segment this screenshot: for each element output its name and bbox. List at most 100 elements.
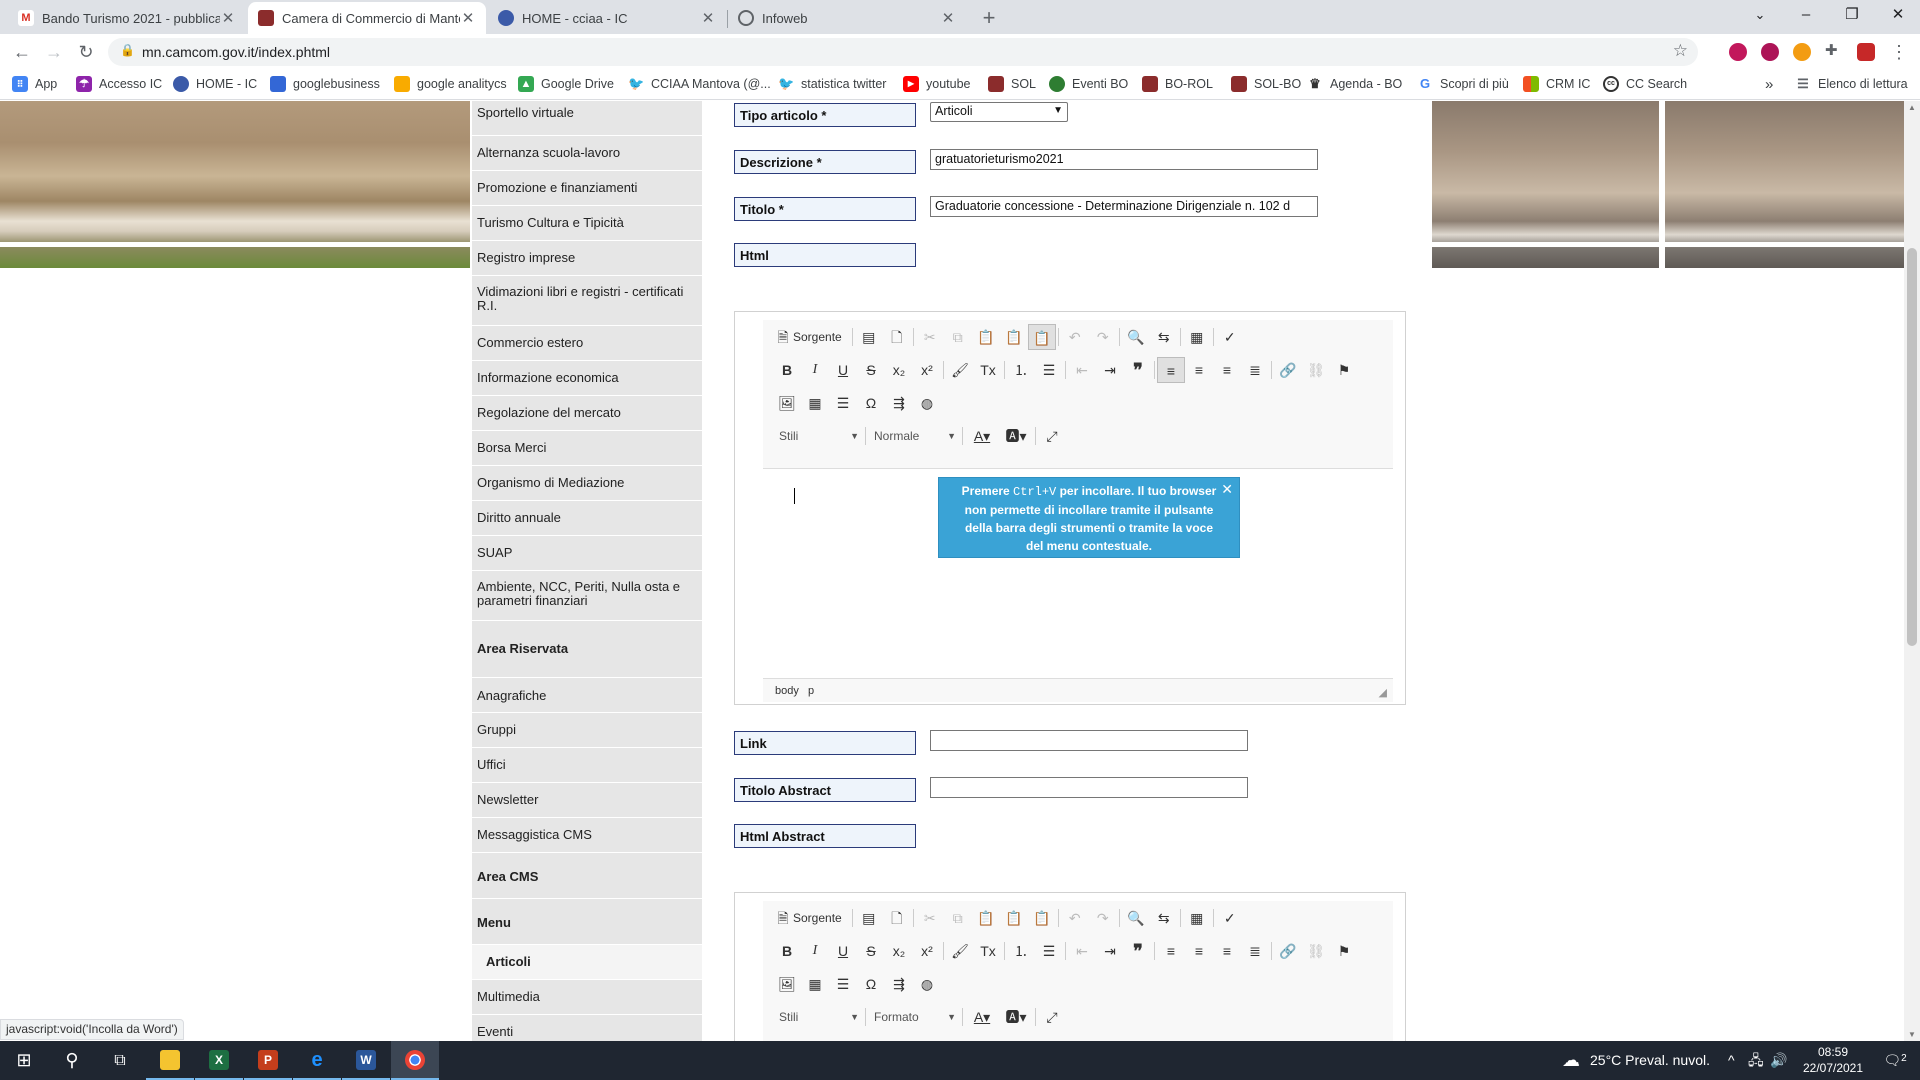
profile-avatar[interactable] (1857, 43, 1875, 61)
unlink-icon[interactable]: ⛓ (1302, 357, 1330, 383)
align-left-icon[interactable]: ≡ (1157, 357, 1185, 383)
extension-icon[interactable] (1761, 43, 1779, 61)
format-combo[interactable]: Formato ▼ (868, 1006, 960, 1028)
outdent-icon[interactable]: ⇤ (1068, 938, 1096, 964)
paste-from-word-icon[interactable]: 📋 (1028, 905, 1056, 931)
taskbar-clock[interactable]: 08:59 22/07/2021 (1790, 1044, 1876, 1076)
background-color-icon[interactable]: 🅰▾ (999, 423, 1033, 449)
text-color-icon[interactable]: A▾ (965, 423, 999, 449)
scroll-up-icon[interactable]: ▲ (1908, 103, 1916, 112)
paste-text-icon[interactable]: 📋 (1000, 905, 1028, 931)
anchor-flag-icon[interactable]: ⚑ (1330, 357, 1358, 383)
spellcheck-icon[interactable]: ✓ (1216, 324, 1244, 350)
background-color-icon[interactable]: 🅰▾ (999, 1004, 1033, 1030)
replace-icon[interactable]: ⇆ (1150, 905, 1178, 931)
paste-text-icon[interactable]: 📋 (1000, 324, 1028, 350)
taskbar-file-explorer[interactable] (146, 1041, 194, 1080)
numbered-list-icon[interactable]: ⒈ (1007, 357, 1035, 383)
bookmark-google-analytics[interactable]: google analitycs (394, 76, 507, 92)
sidebar-item-multimedia[interactable]: Multimedia (472, 980, 702, 1015)
anchor-flag-icon[interactable]: ⚑ (1330, 938, 1358, 964)
indent-icon[interactable]: ⇥ (1096, 357, 1124, 383)
bold-icon[interactable]: B (773, 938, 801, 964)
bookmark-youtube[interactable]: ▶ youtube (903, 76, 970, 92)
extension-icon[interactable] (1793, 43, 1811, 61)
sidebar-item-ambiente[interactable]: Ambiente, NCC, Periti, Nulla osta e para… (472, 571, 702, 621)
taskbar-powerpoint[interactable]: P (244, 1041, 292, 1080)
close-icon[interactable]: ✕ (700, 9, 716, 27)
page-break-icon[interactable]: ⇶ (885, 390, 913, 416)
bulleted-list-icon[interactable]: ☰ (1035, 357, 1063, 383)
bookmark-statistica-twitter[interactable]: 🐦 statistica twitter (778, 76, 886, 92)
align-right-icon[interactable]: ≡ (1213, 938, 1241, 964)
scrollbar-thumb[interactable] (1907, 248, 1917, 646)
sidebar-item-menu[interactable]: Menu (472, 899, 702, 945)
sidebar-item-gruppi[interactable]: Gruppi (472, 713, 702, 748)
sidebar-item-informazione-economica[interactable]: Informazione economica (472, 361, 702, 396)
weather-text[interactable]: 25°C Preval. nuvol. (1590, 1041, 1710, 1080)
sidebar-item-registro-imprese[interactable]: Registro imprese (472, 241, 702, 276)
volume-icon[interactable]: 🔊 (1770, 1041, 1787, 1080)
sidebar-item-promozione[interactable]: Promozione e finanziamenti (472, 171, 702, 206)
sidebar-item-mediazione[interactable]: Organismo di Mediazione (472, 466, 702, 501)
minimize-button[interactable]: – (1783, 0, 1829, 32)
indent-icon[interactable]: ⇥ (1096, 938, 1124, 964)
bookmark-sol-bo[interactable]: SOL-BO (1231, 76, 1301, 92)
page-break-icon[interactable]: ⇶ (885, 971, 913, 997)
bookmark-home-ic[interactable]: HOME - IC (173, 76, 257, 92)
styles-combo[interactable]: Stili ▼ (773, 425, 863, 447)
bookmark-googlebusiness[interactable]: googlebusiness (270, 76, 380, 92)
export-pdf-icon[interactable]: ▤ (855, 905, 883, 931)
paste-icon[interactable]: 📋 (972, 905, 1000, 931)
paste-from-word-icon[interactable]: 📋 (1027, 324, 1056, 350)
bookmark-eventi-bo[interactable]: Eventi BO (1049, 76, 1128, 92)
sidebar-item-articoli[interactable]: Articoli (472, 945, 702, 980)
reading-list-button[interactable]: ☰ Elenco di lettura (1795, 76, 1907, 92)
bookmark-agenda-bo[interactable]: ♛ Agenda - BO (1307, 76, 1402, 92)
network-icon[interactable]: 🖧 (1748, 1041, 1764, 1080)
numbered-list-icon[interactable]: ⒈ (1007, 938, 1035, 964)
redo-icon[interactable]: ↷ (1089, 324, 1117, 350)
text-color-icon[interactable]: A▾ (965, 1004, 999, 1030)
superscript-icon[interactable]: x² (913, 938, 941, 964)
close-icon[interactable]: ✕ (460, 9, 476, 27)
bookmark-sol[interactable]: SOL (988, 76, 1036, 92)
descrizione-input[interactable]: gratuatorieturismo2021 (930, 149, 1318, 170)
replace-icon[interactable]: ⇆ (1150, 324, 1178, 350)
horizontal-line-icon[interactable]: ☰ (829, 390, 857, 416)
find-icon[interactable]: 🔍 (1122, 905, 1150, 931)
copy-icon[interactable]: ⧉ (944, 324, 972, 350)
cut-icon[interactable]: ✂ (916, 905, 944, 931)
bookmark-cc-search[interactable]: cc CC Search (1603, 76, 1687, 92)
remove-format-icon[interactable]: Tx (974, 357, 1002, 383)
sidebar-item-alternanza[interactable]: Alternanza scuola-lavoro (472, 136, 702, 171)
bookmark-bo-rol[interactable]: BO-ROL (1142, 76, 1213, 92)
cut-icon[interactable]: ✂ (916, 324, 944, 350)
maximize-button[interactable]: ❐ (1829, 0, 1875, 32)
bookmarks-overflow-button[interactable]: » (1765, 76, 1773, 93)
taskbar-chrome[interactable] (391, 1041, 439, 1080)
sidebar-item-vidimazioni[interactable]: Vidimazioni libri e registri - certifica… (472, 276, 702, 326)
outdent-icon[interactable]: ⇤ (1068, 357, 1096, 383)
bookmark-crm-ic[interactable]: CRM IC (1523, 76, 1590, 92)
undo-icon[interactable]: ↶ (1061, 905, 1089, 931)
align-justify-icon[interactable]: ≣ (1241, 938, 1269, 964)
table-icon[interactable]: ▦ (801, 971, 829, 997)
close-icon[interactable]: ✕ (220, 9, 236, 27)
special-char-icon[interactable]: Ω (857, 390, 885, 416)
italic-icon[interactable]: I (801, 938, 829, 964)
iframe-globe-icon[interactable]: ◍ (913, 390, 941, 416)
strikethrough-icon[interactable]: S (857, 357, 885, 383)
bookmark-star-icon[interactable]: ☆ (1673, 41, 1688, 61)
bookmark-cciaa-mantova[interactable]: 🐦 CCIAA Mantova (@... (628, 76, 771, 92)
windows-start-icon[interactable]: ⊞ (0, 1041, 48, 1080)
scroll-down-icon[interactable]: ▼ (1908, 1030, 1916, 1039)
align-left-icon[interactable]: ≡ (1157, 938, 1185, 964)
path-p[interactable]: p (808, 685, 814, 697)
close-icon[interactable]: ✕ (940, 9, 956, 27)
undo-icon[interactable]: ↶ (1061, 324, 1089, 350)
italic-icon[interactable]: I (801, 357, 829, 383)
blockquote-icon[interactable]: ❞ (1124, 357, 1152, 383)
resize-handle-icon[interactable]: ◢ (1379, 681, 1387, 705)
subscript-icon[interactable]: x₂ (885, 357, 913, 383)
